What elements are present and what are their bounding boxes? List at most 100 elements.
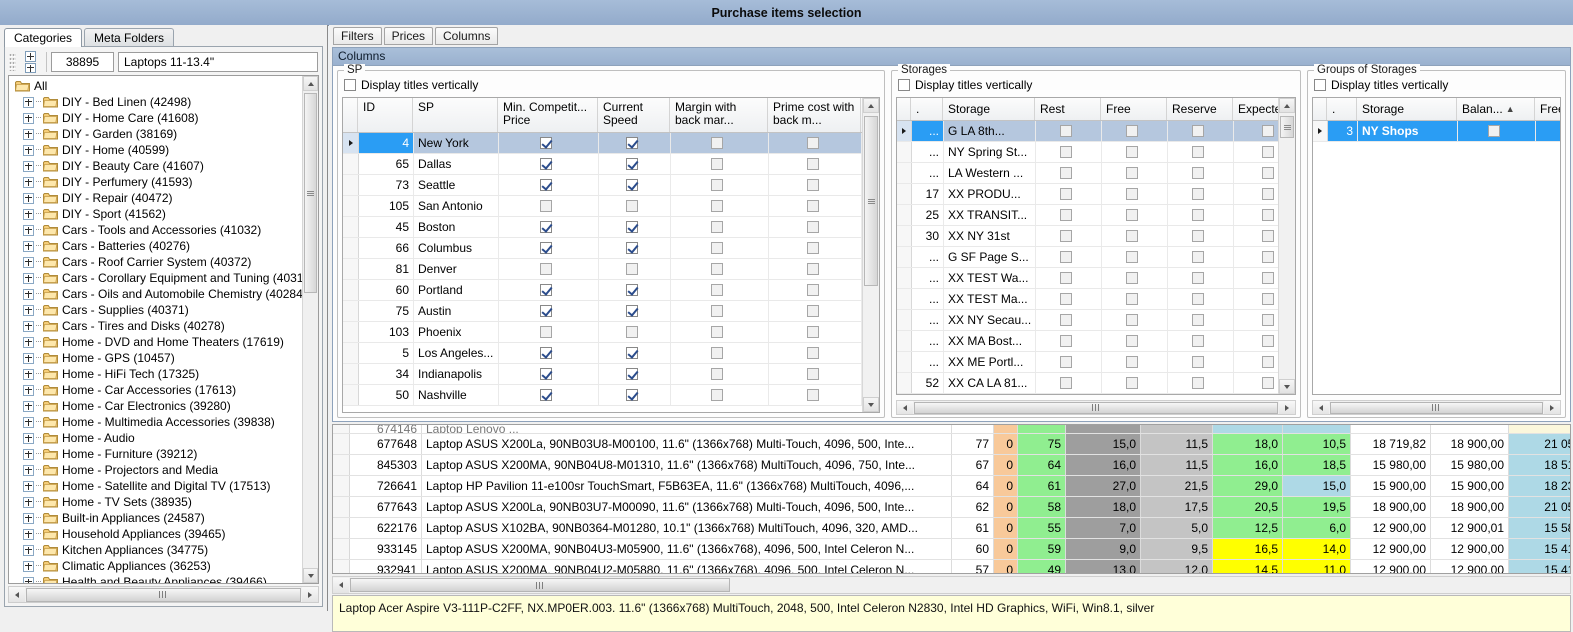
storages-cell-expected[interactable] [1234,331,1279,351]
sp-grid-row[interactable]: 103 Phoenix [343,322,863,343]
storages-vertical-titles-row[interactable]: Display titles vertically [898,76,1300,93]
grid-checkbox[interactable] [1126,188,1138,200]
grid-checkbox[interactable] [1488,125,1500,137]
sp-header-cell[interactable]: Min. Competit... Price [498,98,598,132]
sp-cell-min-competitor-price[interactable] [499,238,599,258]
storages-cell-free[interactable] [1102,142,1168,162]
sp-cell-prime-cost[interactable] [769,322,862,342]
tree-node[interactable]: Household Appliances (39465) [9,526,303,542]
grid-checkbox[interactable] [1192,230,1204,242]
grid-checkbox[interactable] [1192,272,1204,284]
grid-checkbox[interactable] [806,263,819,275]
grid-checkbox[interactable] [1262,209,1274,221]
grid-checkbox[interactable] [1126,146,1138,158]
tab-columns[interactable]: Columns [435,27,499,45]
grid-checkbox[interactable] [540,347,552,359]
tree-node[interactable]: Built-in Appliances (24587) [9,510,303,526]
grid-checkbox[interactable] [806,368,819,380]
grid-checkbox[interactable] [1060,377,1072,389]
storages-cell-rest[interactable] [1036,352,1102,372]
grid-checkbox[interactable] [1126,314,1138,326]
items-grid-horizontal-scrollbar[interactable] [332,576,1571,594]
storages-cell-free[interactable] [1102,373,1168,393]
storages-cell-rest[interactable] [1036,310,1102,330]
storages-cell-reserve[interactable] [1168,268,1234,288]
grid-checkbox[interactable] [711,284,723,296]
sp-cell-margin[interactable] [671,301,769,321]
tree-node[interactable]: Cars - Oils and Automobile Chemistry (40… [9,286,303,302]
grid-checkbox[interactable] [1192,251,1204,263]
sp-header-cell[interactable]: ID [358,98,413,132]
grid-checkbox[interactable] [711,305,723,317]
storages-cell-expected[interactable] [1234,310,1279,330]
expand-icon[interactable] [23,496,34,508]
storages-grid-row[interactable]: 52 XX CA LA 81... [897,373,1279,394]
sp-grid-row[interactable]: 65 Dallas [343,154,863,175]
storages-cell-free[interactable] [1102,163,1168,183]
sp-cell-prime-cost[interactable] [769,259,862,279]
tree-scroll-thumb[interactable] [304,93,317,293]
storages-grid-row[interactable]: ... NY Spring St... [897,142,1279,163]
grid-checkbox[interactable] [1126,251,1138,263]
storages-cell-expected[interactable] [1234,205,1279,225]
grid-checkbox[interactable] [626,137,638,149]
tree-node[interactable]: Home - TV Sets (38935) [9,494,303,510]
sp-grid-row[interactable]: 81 Denver [343,259,863,280]
expand-icon[interactable] [23,144,34,156]
groups-hscroll-right-button[interactable] [1544,401,1560,414]
sp-cell-prime-cost[interactable] [769,175,862,195]
storages-cell-reserve[interactable] [1168,247,1234,267]
sp-cell-current-speed[interactable] [599,196,671,216]
tree-node[interactable]: Home - Audio [9,430,303,446]
sp-grid-row[interactable]: 34 Indianapolis [343,364,863,385]
grid-checkbox[interactable] [1060,356,1072,368]
expand-icon[interactable] [23,128,34,140]
grid-checkbox[interactable] [626,368,638,380]
storages-cell-reserve[interactable] [1168,121,1234,141]
grid-checkbox[interactable] [626,326,638,338]
expand-icon[interactable] [23,160,34,172]
category-tree[interactable]: All DIY - Bed Linen (42498) DIY - Home Car… [8,75,319,584]
sp-cell-current-speed[interactable] [599,133,671,153]
grid-checkbox[interactable] [1192,293,1204,305]
grid-checkbox[interactable] [540,179,552,191]
sp-grid-vertical-scrollbar[interactable] [862,98,879,412]
sp-scroll-thumb[interactable] [864,116,878,286]
sp-cell-margin[interactable] [671,385,769,405]
grid-checkbox[interactable] [1192,125,1204,137]
tree-node[interactable]: DIY - Home Care (41608) [9,110,303,126]
sp-grid-row[interactable]: 4 New York [343,133,863,154]
storages-cell-rest[interactable] [1036,226,1102,246]
sp-cell-current-speed[interactable] [599,322,671,342]
tree-node[interactable]: Cars - Roof Carrier System (40372) [9,254,303,270]
tree-node[interactable]: Cars - Tools and Accessories (41032) [9,222,303,238]
storages-cell-free[interactable] [1102,121,1168,141]
sp-grid-row[interactable]: 45 Boston [343,217,863,238]
storages-cell-reserve[interactable] [1168,205,1234,225]
grid-checkbox[interactable] [1192,209,1204,221]
tree-node[interactable]: Cars - Supplies (40371) [9,302,303,318]
storages-header-cell[interactable]: Free [1101,98,1167,120]
sp-cell-prime-cost[interactable] [769,196,862,216]
groups-hscroll-left-button[interactable] [1313,401,1329,414]
grid-checkbox[interactable] [626,347,638,359]
sp-cell-prime-cost[interactable] [769,385,862,405]
sp-cell-current-speed[interactable] [599,343,671,363]
tree-node[interactable]: Climatic Appliances (36253) [9,558,303,574]
grid-checkbox[interactable] [806,158,819,170]
grid-checkbox[interactable] [1060,167,1072,179]
grid-checkbox[interactable] [711,263,723,275]
sp-cell-margin[interactable] [671,259,769,279]
storages-cell-expected[interactable] [1234,289,1279,309]
grid-checkbox[interactable] [626,305,638,317]
sp-cell-current-speed[interactable] [599,301,671,321]
sp-grid[interactable]: ID SP Min. Competit... Price Current Speed M… [342,97,880,413]
expand-icon[interactable] [23,192,34,204]
grid-checkbox[interactable] [1262,146,1274,158]
toolbar-grip-icon[interactable] [9,53,16,71]
tree-node-root[interactable]: All [9,78,303,94]
sp-cell-margin[interactable] [671,196,769,216]
storages-cell-expected[interactable] [1234,268,1279,288]
expand-icon[interactable] [23,544,34,556]
storages-scroll-down-button[interactable] [1279,379,1295,394]
